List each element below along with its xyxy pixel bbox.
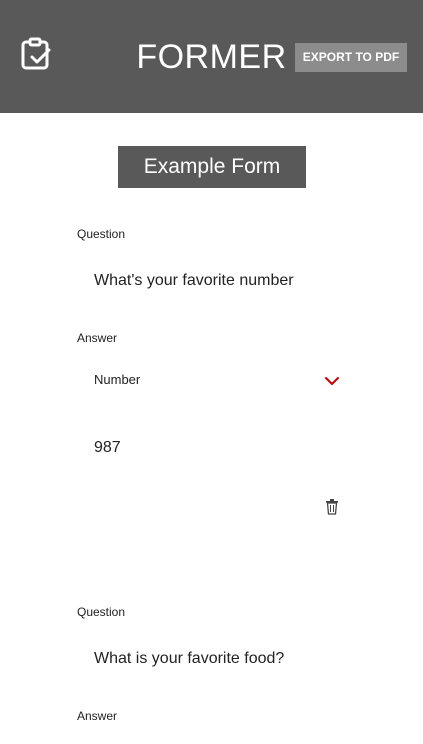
question-input[interactable]: What's your favorite number [94,272,294,290]
form-title[interactable]: Example Form [118,146,306,188]
answer-type-select[interactable]: Number [77,366,347,394]
trash-icon[interactable] [325,499,339,515]
app-header: FORMER EXPORT TO PDF [0,0,423,113]
export-to-pdf-button[interactable]: EXPORT TO PDF [295,43,407,72]
answer-value-input[interactable]: 987 [94,439,121,457]
answer-label: Answer [77,331,118,345]
question-label: Question [77,227,126,241]
chevron-down-icon[interactable] [324,374,340,386]
answer-type-value: Number [94,372,141,387]
question-label: Question [77,605,126,619]
question-input[interactable]: What is your favorite food? [94,650,284,668]
answer-label: Answer [77,709,118,723]
